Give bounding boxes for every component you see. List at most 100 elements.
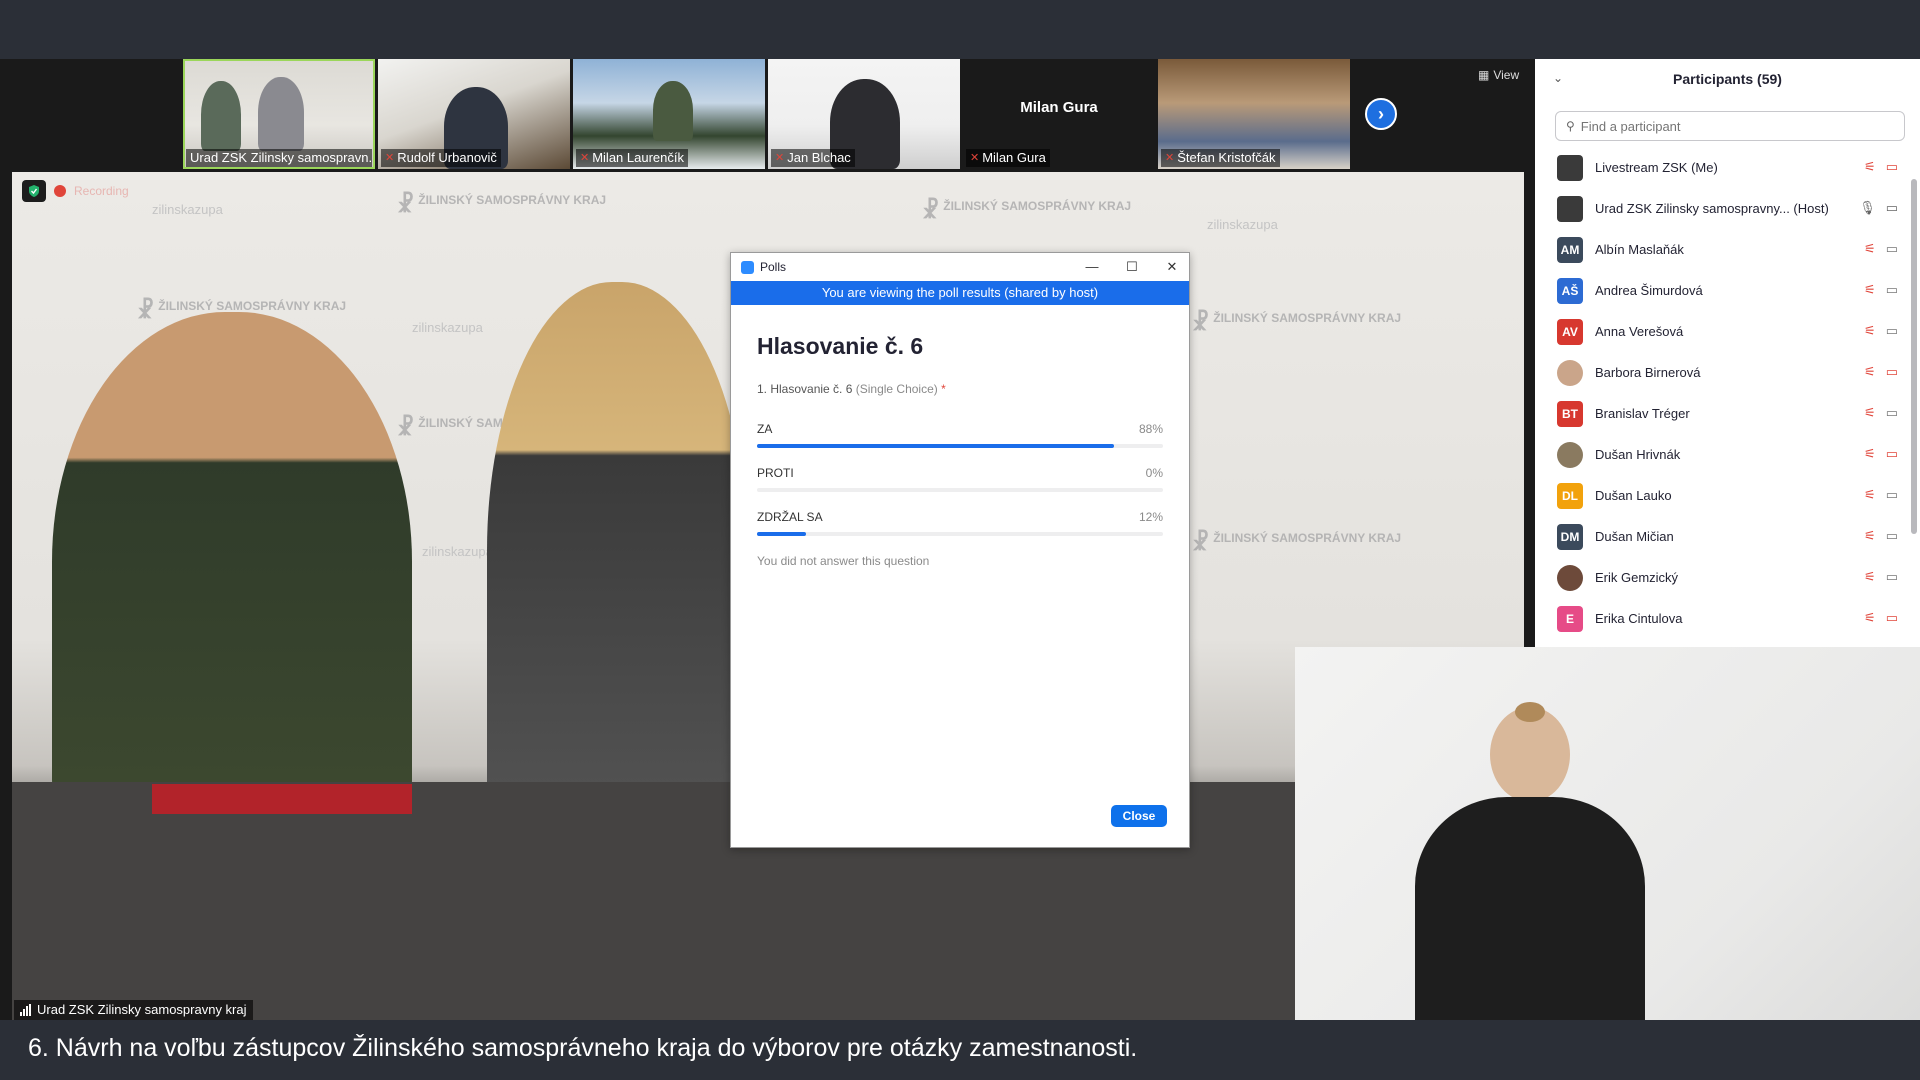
backdrop-logo-text: ŽILINSKÝ SAMOSPRÁVNY KRAJ: [1213, 311, 1402, 325]
mic-muted-icon: ⚟: [1864, 364, 1876, 379]
avatar: [1557, 195, 1583, 222]
poll-question: 1. Hlasovanie č. 6 (Single Choice) *: [757, 382, 1163, 396]
thumbnail-2[interactable]: ✕ Milan Laurenčík: [573, 59, 765, 169]
thumbnail-4[interactable]: Milan Gura ✕ Milan Gura: [963, 59, 1155, 169]
thumbnail-name: ✕ Milan Laurenčík: [576, 149, 688, 167]
participant-status-icons: ⚟ ▭: [1864, 569, 1898, 585]
mic-muted-icon: ✕: [1165, 152, 1175, 164]
avatar: E: [1557, 605, 1583, 632]
video-on-icon: ▭: [1885, 282, 1898, 297]
participants-scrollbar[interactable]: [1911, 179, 1917, 534]
interpreter-figure: [1515, 702, 1545, 722]
recording-label: Recording: [74, 184, 129, 198]
security-shield-icon[interactable]: [22, 180, 46, 202]
participant-row[interactable]: BT Branislav Tréger ⚟ ▭: [1535, 393, 1910, 434]
backdrop-watermark: zilinskazupa: [422, 544, 493, 559]
video-on-icon: ▭: [1885, 405, 1898, 420]
poll-option-percent: 12%: [1138, 510, 1163, 524]
maximize-icon[interactable]: ☐: [1125, 259, 1139, 275]
thumbnail-name: ✕ Jan Blchac: [771, 149, 855, 167]
video-on-icon: ▭: [1885, 323, 1898, 338]
avatar: AV: [1557, 318, 1583, 345]
thumbnail-3[interactable]: ✕ Jan Blchac: [768, 59, 960, 169]
avatar: [1557, 154, 1583, 181]
minimize-icon[interactable]: —: [1085, 259, 1099, 275]
thumbnail-name-text: Milan Gura: [982, 150, 1046, 165]
participant-row[interactable]: Erik Gemzický ⚟ ▭: [1535, 557, 1910, 598]
participant-status-icons: ⚟ ▭: [1864, 528, 1898, 544]
participant-search[interactable]: ⚲: [1555, 111, 1905, 141]
participant-name: Livestream ZSK (Me): [1595, 160, 1718, 175]
view-button[interactable]: ▦ View: [1478, 68, 1519, 82]
participant-name: Albín Maslaňák: [1595, 242, 1684, 257]
thumbnail-1[interactable]: ✕ Rudolf Urbanovič: [378, 59, 570, 169]
mic-muted-icon: ✕: [580, 152, 590, 164]
top-bar: [0, 0, 1920, 59]
window-controls: — ☐ ✕: [1085, 259, 1179, 275]
poll-option-label: ZA: [757, 422, 773, 436]
participant-row[interactable]: Livestream ZSK (Me) ⚟ ▭: [1535, 147, 1910, 188]
participant-name: Dušan Hrivnák: [1595, 447, 1681, 462]
mic-muted-icon: ⚟: [1864, 282, 1876, 297]
close-button[interactable]: Close: [1111, 805, 1167, 827]
participant-name: Branislav Tréger: [1595, 406, 1690, 421]
avatar: AM: [1557, 236, 1583, 263]
participant-row[interactable]: DL Dušan Lauko ⚟ ▭: [1535, 475, 1910, 516]
thumbnail-name-text: Štefan Kristofčák: [1177, 150, 1276, 165]
video-thumbnail-strip: Urad ZSK Zilinsky samospravn... ✕ Rudolf …: [183, 59, 1350, 169]
participant-search-input[interactable]: [1580, 118, 1881, 134]
participant-row[interactable]: Dušan Hrivnák ⚟ ▭: [1535, 434, 1910, 475]
participant-figure: [653, 81, 693, 141]
participant-figure: [258, 77, 304, 151]
poll-dialog: Polls — ☐ ✕ You are viewing the poll res…: [730, 252, 1190, 848]
poll-results-banner: You are viewing the poll results (shared…: [731, 281, 1189, 305]
poll-option: ZDRŽAL SA 12%: [757, 510, 1163, 536]
video-off-icon: ▭: [1885, 364, 1898, 379]
thumbnail-name: ✕ Rudolf Urbanovič: [381, 149, 501, 167]
participant-status-icons: ⚟ ▭: [1864, 405, 1898, 421]
participant-row[interactable]: DM Dušan Mičian ⚟ ▭: [1535, 516, 1910, 557]
participant-name: Erika Cintulova: [1595, 611, 1683, 626]
search-icon: ⚲: [1566, 119, 1575, 133]
participant-row[interactable]: AM Albín Maslaňák ⚟ ▭: [1535, 229, 1910, 270]
mic-muted-icon: ⚟: [1864, 405, 1876, 420]
backdrop-watermark: zilinskazupa: [152, 202, 223, 217]
participant-status-icons: ⚟ ▭: [1864, 282, 1898, 298]
mic-muted-icon: ✕: [970, 152, 980, 164]
interpreter-body: [1415, 797, 1645, 1020]
poll-option-label: PROTI: [757, 466, 794, 480]
participant-row[interactable]: Barbora Birnerová ⚟ ▭: [1535, 352, 1910, 393]
participants-title: Participants (59): [1673, 71, 1782, 87]
participant-status-icons: ⚟ ▭: [1864, 487, 1898, 503]
grid-icon: ▦: [1478, 68, 1490, 82]
participant-row[interactable]: AV Anna Verešová ⚟ ▭: [1535, 311, 1910, 352]
poll-result-track: [757, 444, 1163, 448]
interpreter-video: [1295, 647, 1920, 1020]
mic-on-icon: 🎙: [1859, 200, 1876, 215]
poll-result-bar: [757, 444, 1115, 448]
participant-row[interactable]: AŠ Andrea Šimurdová ⚟ ▭: [1535, 270, 1910, 311]
participant-name: Dušan Mičian: [1595, 529, 1674, 544]
thumbnail-name-text: Urad ZSK Zilinsky samospravn...: [190, 150, 372, 165]
participant-row[interactable]: Urad ZSK Zilinsky samospravny... (Host) 🎙…: [1535, 188, 1910, 229]
signal-strength-icon: [20, 1004, 31, 1016]
avatar: DL: [1557, 482, 1583, 509]
thumbnail-0[interactable]: Urad ZSK Zilinsky samospravn...: [183, 59, 375, 169]
backdrop-logo: ☧ŽILINSKÝ SAMOSPRÁVNY KRAJ: [1192, 310, 1402, 335]
participant-row[interactable]: E Erika Cintulova ⚟ ▭: [1535, 598, 1910, 639]
backdrop-logo: ☧ŽILINSKÝ SAMOSPRÁVNY KRAJ: [922, 198, 1132, 223]
poll-window-title: Polls: [760, 260, 787, 274]
thumbnail-5[interactable]: ✕ Štefan Kristofčák: [1158, 59, 1350, 169]
poll-body: Hlasovanie č. 6 1. Hlasovanie č. 6 (Sing…: [731, 305, 1189, 568]
mic-muted-icon: ⚟: [1864, 241, 1876, 256]
video-off-icon: ▭: [1885, 446, 1898, 461]
next-page-arrow-icon[interactable]: ›: [1365, 98, 1397, 130]
subtitle-text: 6. Návrh na voľbu zástupcov Žilinského s…: [28, 1034, 1138, 1062]
close-icon[interactable]: ✕: [1165, 259, 1179, 275]
participant-display-name: Milan Gura: [1020, 99, 1098, 116]
poll-option-percent: 88%: [1138, 422, 1163, 436]
backdrop-logo: ☧ŽILINSKÝ SAMOSPRÁVNY KRAJ: [1192, 530, 1402, 555]
video-on-icon: ▭: [1885, 241, 1898, 256]
poll-answer-note: You did not answer this question: [757, 554, 930, 568]
thumbnail-name-text: Jan Blchac: [787, 150, 851, 165]
